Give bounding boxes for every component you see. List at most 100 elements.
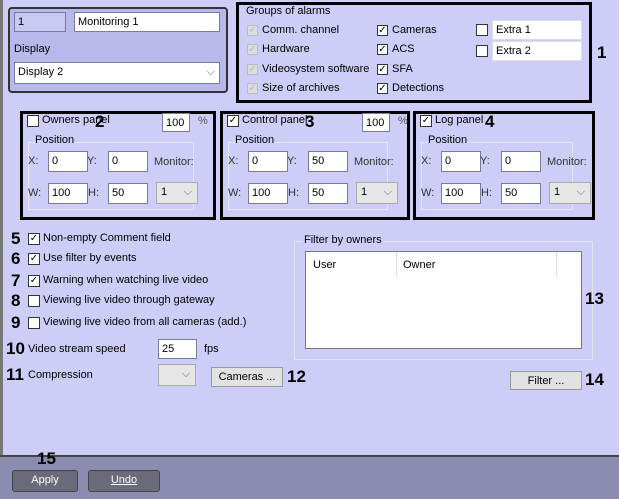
cameras-button[interactable]: Cameras ... — [211, 367, 283, 387]
coord-label: X: — [421, 155, 432, 167]
column-header-user[interactable]: User — [313, 259, 336, 271]
coord-input[interactable]: 0 — [48, 151, 88, 172]
extra-name-field[interactable]: Extra 1 — [492, 20, 582, 40]
monitor-label: Monitor: — [154, 156, 194, 168]
option-checkbox[interactable]: ✓ — [28, 233, 40, 245]
alarm-checkbox[interactable]: ✓ — [377, 44, 388, 55]
name-field[interactable]: Monitoring 1 — [74, 12, 220, 32]
coord-input[interactable]: 0 — [108, 151, 148, 172]
extra-name-field[interactable]: Extra 2 — [492, 41, 582, 61]
column-divider — [396, 252, 397, 276]
callout-1: 1 — [597, 43, 607, 62]
alarm-label: Cameras — [392, 24, 437, 36]
coord-label: Y: — [87, 155, 97, 167]
display-value: Display 2 — [18, 66, 64, 78]
percent-input[interactable]: 100 — [162, 113, 190, 132]
chevron-down-icon: ⌵ — [383, 186, 392, 198]
callout-14: 14 — [585, 370, 604, 389]
chevron-down-icon: ⌵ — [181, 368, 190, 380]
panel-callout: 2 — [95, 112, 105, 131]
coord-input[interactable]: 100 — [248, 183, 288, 204]
position-label: Position — [428, 134, 468, 146]
coord-input[interactable]: 0 — [248, 151, 288, 172]
percent-sign: % — [398, 115, 408, 127]
chevron-down-icon: ⌵ — [183, 186, 192, 198]
owners-list[interactable]: User Owner — [305, 251, 582, 349]
panel-checkbox[interactable]: ✓ — [420, 115, 432, 127]
speed-unit: fps — [204, 343, 219, 355]
alarms-title: Groups of alarms — [246, 5, 331, 17]
apply-button[interactable]: Apply — [12, 470, 78, 492]
coord-input[interactable]: 50 — [308, 151, 348, 172]
speed-input[interactable]: 25 — [158, 339, 197, 359]
monitor-label: Monitor: — [354, 156, 394, 168]
position-label: Position — [35, 134, 75, 146]
filter-button[interactable]: Filter ... — [510, 371, 582, 390]
monitor-select[interactable]: 1 ⌵ — [549, 182, 591, 204]
extra-checkbox[interactable] — [476, 45, 488, 57]
alarm-checkbox[interactable]: ✓ — [377, 83, 388, 94]
monitor-value: 1 — [161, 186, 168, 198]
coord-label: H: — [88, 187, 99, 199]
coord-input[interactable]: 0 — [441, 151, 481, 172]
alarm-checkbox[interactable]: ✓ — [247, 83, 258, 94]
id-field[interactable]: 1 — [14, 12, 66, 32]
alarm-checkbox[interactable]: ✓ — [247, 44, 258, 55]
percent-input[interactable]: 100 — [362, 113, 390, 132]
alarm-label: Detections — [392, 82, 444, 94]
alarm-label: Videosystem software — [262, 63, 370, 75]
monitor-value: 1 — [361, 186, 368, 198]
coord-label: H: — [481, 187, 492, 199]
alarm-label: Hardware — [262, 43, 310, 55]
panel-checkbox[interactable]: ✓ — [227, 115, 239, 127]
coord-label: Y: — [480, 155, 490, 167]
coord-label: Y: — [287, 155, 297, 167]
option-callout: 9 — [11, 313, 21, 332]
alarm-checkbox[interactable]: ✓ — [247, 64, 258, 75]
monitor-select[interactable]: 1 ⌵ — [156, 182, 198, 204]
callout-10: 10 — [6, 339, 25, 358]
column-header-owner[interactable]: Owner — [403, 259, 435, 271]
option-label: Use filter by events — [43, 252, 137, 264]
extra-checkbox[interactable] — [476, 24, 488, 36]
option-label: Viewing live video from all cameras (add… — [43, 316, 247, 328]
alarm-checkbox[interactable]: ✓ — [377, 25, 388, 36]
callout-13: 13 — [585, 289, 604, 308]
chevron-down-icon: ⌵ — [206, 66, 215, 78]
option-checkbox[interactable]: ✓ — [28, 275, 40, 287]
undo-button[interactable]: Undo — [88, 470, 160, 492]
coord-input[interactable]: 0 — [501, 151, 541, 172]
panel-checkbox[interactable] — [27, 115, 39, 127]
option-checkbox[interactable]: ✓ — [28, 253, 40, 265]
column-divider — [556, 252, 557, 276]
coord-label: W: — [421, 187, 435, 199]
display-label: Display — [14, 43, 51, 55]
option-checkbox[interactable] — [28, 317, 40, 329]
monitor-value: 1 — [554, 186, 561, 198]
display-select[interactable]: Display 2 ⌵ — [14, 62, 220, 84]
coord-input[interactable]: 50 — [108, 183, 148, 204]
coord-input[interactable]: 100 — [441, 183, 481, 204]
alarm-checkbox[interactable]: ✓ — [377, 64, 388, 75]
monitor-select[interactable]: 1 ⌵ — [356, 182, 398, 204]
coord-label: X: — [228, 155, 239, 167]
left-edge — [0, 0, 3, 455]
coord-label: W: — [28, 187, 42, 199]
panel-callout: 3 — [305, 112, 315, 131]
coord-input[interactable]: 100 — [48, 183, 88, 204]
coord-label: X: — [28, 155, 39, 167]
alarm-checkbox[interactable]: ✓ — [247, 25, 258, 36]
option-callout: 6 — [11, 249, 21, 268]
callout-12: 12 — [287, 367, 306, 386]
coord-input[interactable]: 50 — [501, 183, 541, 204]
position-label: Position — [235, 134, 275, 146]
option-callout: 8 — [11, 291, 21, 310]
monitor-label: Monitor: — [547, 156, 587, 168]
option-callout: 5 — [11, 229, 21, 248]
option-checkbox[interactable] — [28, 295, 40, 307]
compression-label: Compression — [28, 369, 93, 381]
compression-select[interactable]: ⌵ — [158, 364, 196, 386]
callout-11: 11 — [6, 365, 24, 384]
callout-15: 15 — [37, 449, 56, 468]
coord-input[interactable]: 50 — [308, 183, 348, 204]
